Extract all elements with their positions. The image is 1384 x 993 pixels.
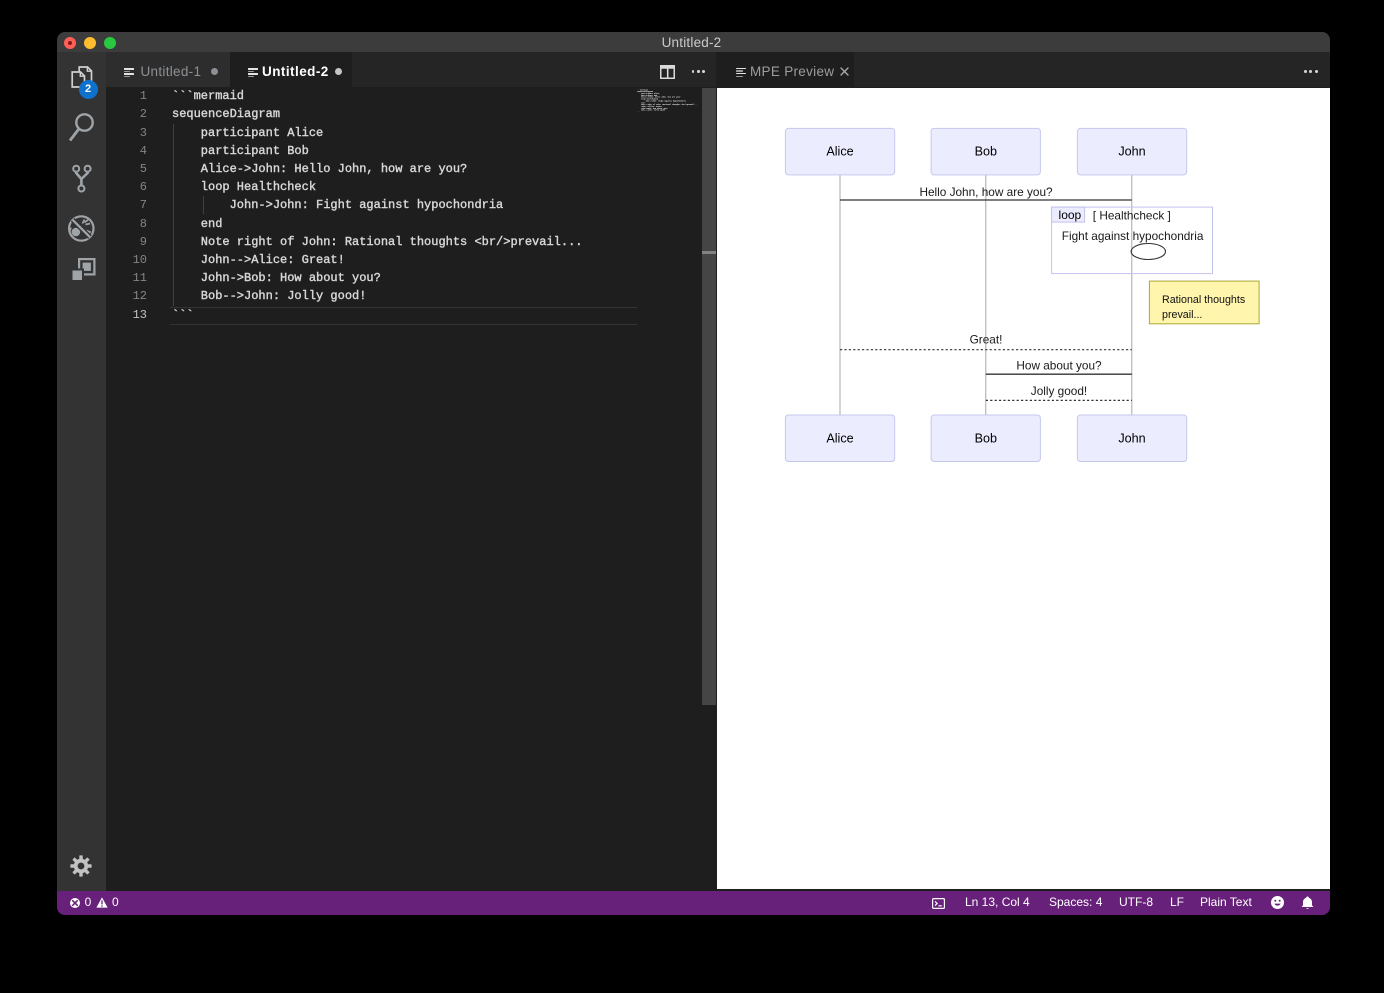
- svg-text:Hello John, how are you?: Hello John, how are you?: [919, 185, 1053, 199]
- svg-text:Bob: Bob: [975, 431, 997, 445]
- svg-text:Alice: Alice: [826, 145, 853, 159]
- svg-text:loop: loop: [1059, 208, 1082, 222]
- svg-text:prevail...: prevail...: [1162, 309, 1202, 321]
- svg-text:Bob: Bob: [975, 145, 997, 159]
- svg-text:John: John: [1118, 431, 1145, 445]
- svg-text:Rational thoughts: Rational thoughts: [1162, 294, 1245, 306]
- svg-text:John: John: [1118, 145, 1145, 159]
- svg-text:Alice: Alice: [826, 431, 853, 445]
- svg-text:Great!: Great!: [970, 333, 1003, 347]
- svg-text:Jolly good!: Jolly good!: [1031, 384, 1087, 398]
- svg-text:How about you?: How about you?: [1016, 359, 1102, 373]
- svg-text:[ Healthcheck ]: [ Healthcheck ]: [1093, 209, 1171, 223]
- svg-text:Fight against hypochondria: Fight against hypochondria: [1062, 229, 1204, 243]
